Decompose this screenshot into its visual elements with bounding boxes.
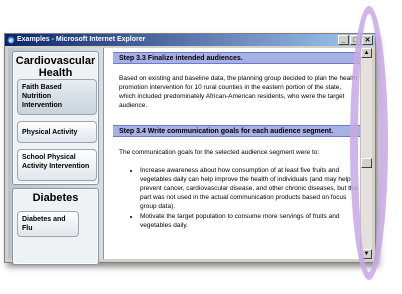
cardiovascular-group: Cardiovascular Health Faith Based Nutrit… (12, 51, 99, 185)
step-3-3-heading: Step 3.3 Finalize intended audiences. (113, 52, 361, 64)
browser-window: e Examples - Microsoft Internet Explorer… (4, 33, 376, 265)
nav-item-diabetes-and-flu[interactable]: Diabetes and Flu (17, 211, 79, 237)
nav-item-physical-activity[interactable]: Physical Activity (17, 121, 97, 143)
nav-item-school-physical-activity[interactable]: School Physical Activity Intervention (17, 149, 97, 181)
ie-logo-icon: e (7, 36, 15, 44)
title-bar[interactable]: e Examples - Microsoft Internet Explorer… (5, 34, 375, 46)
communication-goals-list: Increase awareness about how consumption… (119, 166, 359, 231)
list-item: Increase awareness about how consumption… (140, 166, 359, 211)
cardiovascular-header: Cardiovascular Health (15, 55, 96, 79)
main-content: Step 3.3 Finalize intended audiences. Ba… (104, 48, 361, 259)
step-3-4-intro: The communication goals for the selected… (119, 149, 320, 156)
svg-text:e: e (9, 37, 14, 45)
diabetes-group: Diabetes Diabetes and Flu (12, 188, 99, 265)
minimize-button[interactable]: _ (338, 35, 349, 45)
step-3-4-heading: Step 3.4 Write communication goals for e… (113, 125, 361, 137)
left-navigation: Cardiovascular Health Faith Based Nutrit… (8, 48, 104, 265)
step-3-3-paragraph: Based on existing and baseline data, the… (119, 75, 358, 109)
browser-client-area: Cardiovascular Health Faith Based Nutrit… (8, 48, 372, 265)
nav-item-faith-based-nutrition[interactable]: Faith Based Nutrition Intervention (17, 79, 97, 115)
list-item: Motivate the target population to consum… (140, 212, 359, 230)
diabetes-header: Diabetes (32, 192, 79, 204)
window-title: Examples - Microsoft Internet Explorer (17, 36, 146, 43)
scrollbar-highlight-ring (350, 6, 388, 280)
